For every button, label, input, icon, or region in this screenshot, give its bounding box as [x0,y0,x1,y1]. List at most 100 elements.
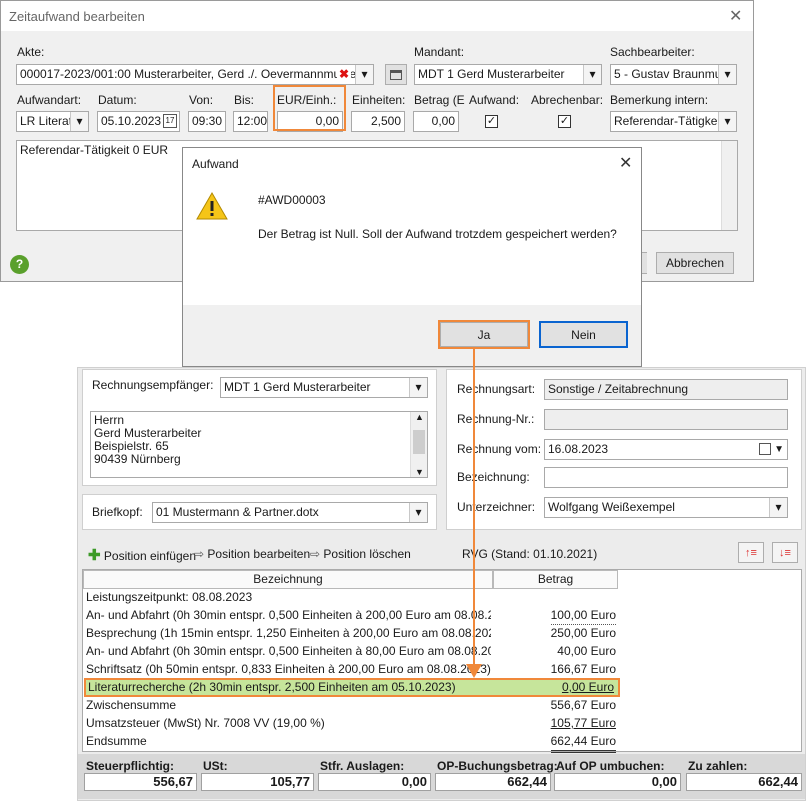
table-row[interactable]: Leistungszeitpunkt: 08.08.2023 [84,588,620,606]
scroll-up-icon[interactable]: ▲ [415,412,424,422]
auf-op-umbuchen-label: Auf OP umbuchen: [556,759,665,773]
dialog-code: #AWD00003 [258,193,326,207]
bis-label: Bis: [234,93,255,107]
help-button[interactable]: ? [10,255,29,274]
col-header-bezeichnung[interactable]: Bezeichnung [83,570,493,589]
address-box[interactable]: Herrn Gerd Musterarbeiter Beispielstr. 6… [90,411,428,478]
steuerpflichtig-label: Steuerpflichtig: [86,759,175,773]
table-row-selected[interactable]: Literaturrecherche (2h 30min entspr. 2,5… [84,678,620,697]
aufwandart-label: Aufwandart: [17,93,82,107]
bezeichnung-field[interactable] [544,467,788,488]
chevron-down-icon[interactable]: ▾ [718,112,736,131]
datum-label: Datum: [98,93,137,107]
zu-zahlen-value-box: 662,44 [686,773,802,791]
close-icon[interactable]: ✕ [729,6,747,25]
einheiten-field[interactable]: 2,500 [351,111,405,132]
einheiten-value: 2,500 [370,114,401,128]
dialog-content [183,179,641,305]
betrag-field[interactable]: 0,00 [413,111,459,132]
aufwandart-combo[interactable]: LR Literat ▾ [16,111,89,132]
position-einfuegen-button[interactable]: ✚ Position einfügen [88,546,196,564]
row-amount: 556,67 Euro [550,698,616,712]
bemerkung-value: Referendar-Tätigkeit [614,114,724,128]
check-icon: ✓ [486,115,497,127]
abrechenbar-checkbox[interactable]: ✓ [558,115,571,128]
table-row[interactable]: Umsatzsteuer (MwSt) Nr. 7008 VV (19,00 %… [84,714,620,732]
row-desc: Endsumme [86,734,147,748]
row-desc: Besprechung (1h 15min entspr. 1,250 Einh… [86,626,491,640]
stfr-auslagen-value-box: 0,00 [318,773,431,791]
row-amount: 250,00 Euro [550,626,616,640]
briefkopf-combo[interactable]: 01 Mustermann & Partner.dotx ▾ [152,502,428,523]
abbrechen-label: Abbrechen [665,256,725,270]
table-row[interactable]: Schriftsatz (0h 50min entspr. 0,833 Einh… [84,660,620,678]
move-down-button[interactable]: ↓≡ [772,542,798,563]
chevron-down-icon[interactable]: ▾ [583,65,601,84]
stfr-auslagen-value: 0,00 [401,774,427,789]
row-desc: An- und Abfahrt (0h 30min entspr. 0,500 … [86,608,491,622]
datum-value: 05.10.2023 [101,114,162,128]
stfr-auslagen-label: Stfr. Auslagen: [320,759,405,773]
row-desc: Schriftsatz (0h 50min entspr. 0,833 Einh… [86,662,491,676]
table-row[interactable]: Endsumme 662,44 Euro [84,732,620,753]
mandant-value: MDT 1 Gerd Musterarbeiter [418,67,565,81]
col-header-betrag[interactable]: Betrag [493,570,618,589]
table-row[interactable]: An- und Abfahrt (0h 30min entspr. 0,500 … [84,606,620,625]
ust-value-box: 105,77 [201,773,314,791]
chevron-down-icon[interactable]: ▾ [769,498,787,517]
datum-field[interactable]: 05.10.2023 17 [97,111,180,132]
memo-scrollbar[interactable] [721,141,737,230]
abbrechen-button[interactable]: Abbrechen [656,252,734,274]
akte-lookup-button[interactable] [385,64,407,85]
rechnung-vom-field[interactable]: 16.08.2023 ▼ [544,439,788,460]
ust-label: USt: [203,759,228,773]
bemerkung-combo[interactable]: Referendar-Tätigkeit ▾ [610,111,737,132]
dialog-titlebar [183,148,641,179]
position-bearbeiten-button[interactable]: ⇨ Position bearbeiten [194,547,310,561]
chevron-down-icon[interactable]: ▾ [718,65,736,84]
bis-field[interactable]: 12:00 [233,111,268,132]
abrechenbar-label: Abrechenbar: [531,93,604,107]
chevron-down-icon[interactable]: ▾ [70,112,88,131]
row-amount: 40,00 Euro [557,644,616,658]
unterzeichner-combo[interactable]: Wolfgang Weißexempel ▾ [544,497,788,518]
briefkopf-label: Briefkopf: [92,505,143,519]
move-up-button[interactable]: ↑≡ [738,542,764,563]
scroll-thumb[interactable] [413,430,425,454]
window-icon [390,69,402,80]
rechnung-vom-value: 16.08.2023 [548,442,609,456]
scroll-down-icon[interactable]: ▼ [415,467,424,477]
aufwand-checkbox[interactable]: ✓ [485,115,498,128]
address-line: 90439 Nürnberg [94,452,181,466]
chevron-down-icon[interactable]: ▾ [409,378,427,397]
chevron-down-icon[interactable]: ▼ [774,440,784,459]
eur-einh-highlight [273,85,346,131]
akte-label: Akte: [17,45,45,59]
position-loeschen-button[interactable]: ⇨ Position löschen [310,547,411,561]
table-row[interactable]: Besprechung (1h 15min entspr. 1,250 Einh… [84,624,620,642]
ust-value: 105,77 [270,774,310,789]
steuerpflichtig-value: 556,67 [153,774,193,789]
move-down-icon: ↓≡ [779,546,791,559]
akte-combo[interactable]: 000017-2023/001:00 Musterarbeiter, Gerd … [16,64,374,85]
table-row[interactable]: An- und Abfahrt (0h 30min entspr. 0,500 … [84,642,620,660]
auf-op-umbuchen-value: 0,00 [651,774,677,789]
chevron-down-icon[interactable]: ▾ [409,503,427,522]
address-scrollbar[interactable]: ▲ ▼ [410,412,427,477]
calendar-icon[interactable]: 17 [163,114,177,128]
nein-button[interactable]: Nein [539,321,628,348]
betrag-label: Betrag (E [414,93,465,107]
calendar-icon[interactable] [759,443,771,455]
dialog-message: Der Betrag ist Null. Soll der Aufwand tr… [258,227,617,241]
op-buchungsbetrag-value: 662,44 [507,774,547,789]
close-icon[interactable]: ✕ [619,153,632,173]
akte-value: 000017-2023/001:00 Musterarbeiter, Gerd … [20,67,371,81]
clear-icon[interactable]: ✖ [336,65,351,84]
chevron-down-icon[interactable]: ▾ [355,65,373,84]
sachbearbeiter-combo[interactable]: 5 - Gustav Braunmuste ▾ [610,64,737,85]
unterzeichner-value: Wolfgang Weißexempel [548,500,675,514]
table-row[interactable]: Zwischensumme 556,67 Euro [84,696,620,714]
empfaenger-combo[interactable]: MDT 1 Gerd Musterarbeiter ▾ [220,377,428,398]
von-field[interactable]: 09:30 [188,111,226,132]
mandant-combo[interactable]: MDT 1 Gerd Musterarbeiter ▾ [414,64,602,85]
